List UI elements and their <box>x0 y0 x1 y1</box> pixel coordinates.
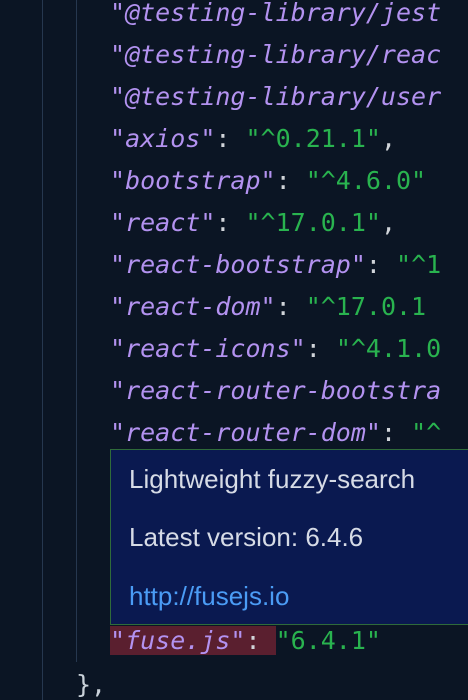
code-line-react-router-bootstrap[interactable]: "react-router-bootstra <box>110 370 441 412</box>
package-hover-tooltip: Lightweight fuzzy-search Latest version:… <box>110 449 468 625</box>
code-line-react-dom[interactable]: "react-dom": "^17.0.1 <box>110 286 426 328</box>
closing-brace: }, <box>76 670 107 699</box>
indent-guide-inner <box>76 0 77 662</box>
package-description: Lightweight fuzzy-search <box>129 464 416 494</box>
code-line-fuse[interactable]: "fuse.js": "6.4.1" <box>110 620 381 662</box>
code-line-react[interactable]: "react": "^17.0.1", <box>110 202 396 244</box>
indent-guide-outer <box>42 0 43 700</box>
code-line-bootstrap[interactable]: "bootstrap": "^4.6.0" <box>110 160 426 202</box>
code-line-react-bootstrap[interactable]: "react-bootstrap": "^1 <box>110 244 441 286</box>
package-homepage-link[interactable]: http://fusejs.io <box>129 581 289 612</box>
code-line-testing-react[interactable]: "@testing-library/reac <box>110 34 441 76</box>
code-line-testing-jest[interactable]: "@testing-library/jest <box>110 0 441 34</box>
code-line-react-router-dom[interactable]: "react-router-dom": "^ <box>110 412 441 454</box>
code-line-axios[interactable]: "axios": "^0.21.1", <box>110 118 396 160</box>
latest-version-text: Latest version: 6.4.6 <box>129 522 364 552</box>
code-line-react-icons[interactable]: "react-icons": "^4.1.0 <box>110 328 441 370</box>
code-line-testing-user[interactable]: "@testing-library/user <box>110 76 441 118</box>
